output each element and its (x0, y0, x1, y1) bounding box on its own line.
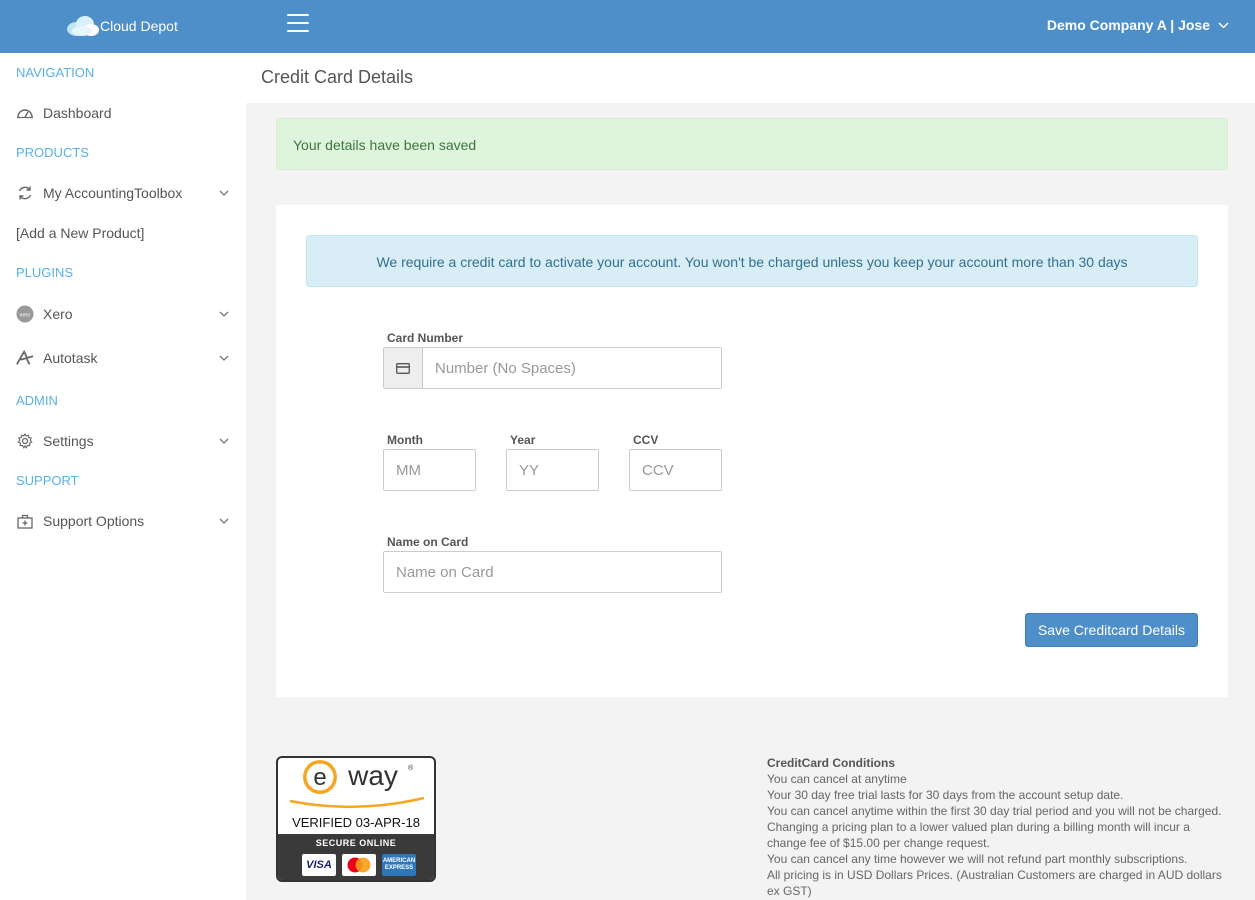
condition-line: Your 30 day free trial lasts for 30 days… (767, 788, 1124, 802)
sidebar-item-support-options[interactable]: Support Options (16, 509, 230, 533)
autotask-icon (16, 349, 34, 367)
month-label: Month (387, 433, 423, 447)
save-creditcard-button[interactable]: Save Creditcard Details (1025, 613, 1198, 647)
page-header: Credit Card Details (246, 53, 1255, 103)
card-number-input[interactable] (423, 348, 721, 388)
sync-icon (16, 184, 34, 202)
chevron-down-icon (219, 355, 229, 361)
year-input[interactable] (506, 449, 599, 491)
medkit-icon (16, 512, 34, 530)
name-on-card-input[interactable] (383, 551, 722, 593)
visa-logo-icon: VISA (302, 854, 336, 876)
sidebar-item-settings[interactable]: Settings (16, 429, 230, 453)
condition-line: You can cancel at anytime (767, 772, 907, 786)
sidebar-item-label: My AccountingToolbox (43, 185, 183, 201)
info-message: We require a credit card to activate you… (376, 254, 1128, 270)
chevron-down-icon (219, 518, 229, 524)
credit-card-form-panel: We require a credit card to activate you… (276, 205, 1228, 697)
mastercard-logo-icon (342, 854, 376, 876)
svg-text:way: way (347, 760, 398, 791)
dashboard-icon (16, 104, 34, 122)
conditions-title: CreditCard Conditions (767, 756, 895, 770)
svg-text:®: ® (408, 764, 414, 772)
sidebar-item-dashboard[interactable]: Dashboard (16, 101, 230, 125)
section-navigation: NAVIGATION (16, 65, 95, 80)
chevron-down-icon (219, 311, 229, 317)
section-plugins: PLUGINS (16, 265, 74, 280)
name-on-card-label: Name on Card (387, 535, 469, 549)
ccv-label: CCV (633, 433, 659, 447)
page-title: Credit Card Details (261, 67, 414, 87)
sidebar-item-label: Xero (43, 306, 73, 322)
section-support: SUPPORT (16, 473, 79, 488)
eway-verified-text: VERIFIED 03-APR-18 (292, 815, 420, 830)
sidebar-item-label: Autotask (43, 350, 98, 366)
menu-toggle-icon[interactable] (287, 14, 309, 34)
success-alert: Your details have been saved (276, 118, 1228, 170)
card-number-label: Card Number (387, 331, 464, 345)
amex-logo-icon: AMERICAN EXPRESS (382, 854, 416, 876)
sidebar-item-xero[interactable]: xero Xero (16, 302, 230, 326)
sidebar: NAVIGATION Dashboard PRODUCTS My Account… (0, 53, 246, 900)
info-alert: We require a credit card to activate you… (306, 235, 1198, 287)
svg-text:e: e (313, 764, 326, 791)
ccv-input[interactable] (629, 449, 722, 491)
xero-icon: xero (16, 305, 34, 323)
creditcard-conditions: CreditCard Conditions You can cancel at … (767, 755, 1227, 899)
user-menu[interactable]: Demo Company A | Jose (1047, 17, 1229, 33)
chevron-down-icon (219, 438, 229, 444)
eway-logo: e way ® (289, 760, 425, 809)
sidebar-item-label: Support Options (43, 513, 145, 529)
section-admin: ADMIN (16, 393, 58, 408)
sidebar-item-autotask[interactable]: Autotask (16, 346, 230, 370)
eway-verified-badge[interactable]: e way ® VERIFIED 03-APR-18 SECURE ONLINE… (276, 756, 436, 882)
cloud-icon (67, 16, 99, 36)
condition-line: Changing a pricing plan to a lower value… (767, 820, 1190, 850)
section-products: PRODUCTS (16, 145, 89, 160)
sidebar-item-label: Dashboard (43, 105, 112, 121)
card-number-group (383, 347, 722, 389)
condition-line: You can cancel any time however we will … (767, 852, 1188, 866)
chevron-down-icon (1218, 21, 1229, 29)
eway-secure-text: SECURE ONLINE (315, 838, 397, 848)
top-navbar: Cloud Depot Demo Company A | Jose (0, 0, 1255, 53)
card-logos: VISA AMERICAN EXPRESS (302, 854, 416, 876)
eway-secure-panel: SECURE ONLINE VISA AMERICAN EXPRESS (278, 834, 434, 880)
condition-line: All pricing is in USD Dollars Prices. (A… (767, 868, 1222, 898)
brand-logo[interactable]: Cloud Depot (66, 14, 178, 38)
brand-name: Cloud Depot (100, 18, 178, 34)
svg-text:xero: xero (20, 312, 30, 318)
credit-card-icon (384, 348, 423, 388)
add-new-product-link[interactable]: [Add a New Product] (16, 225, 144, 241)
sidebar-item-accounting-toolbox[interactable]: My AccountingToolbox (16, 181, 230, 205)
user-label: Demo Company A | Jose (1046, 17, 1210, 33)
sidebar-item-label: Settings (43, 433, 94, 449)
success-message: Your details have been saved (293, 137, 477, 153)
chevron-down-icon (219, 190, 229, 196)
gear-icon (16, 432, 34, 450)
condition-line: You can cancel anytime within the first … (767, 804, 1222, 818)
year-label: Year (510, 433, 536, 447)
month-input[interactable] (383, 449, 476, 491)
